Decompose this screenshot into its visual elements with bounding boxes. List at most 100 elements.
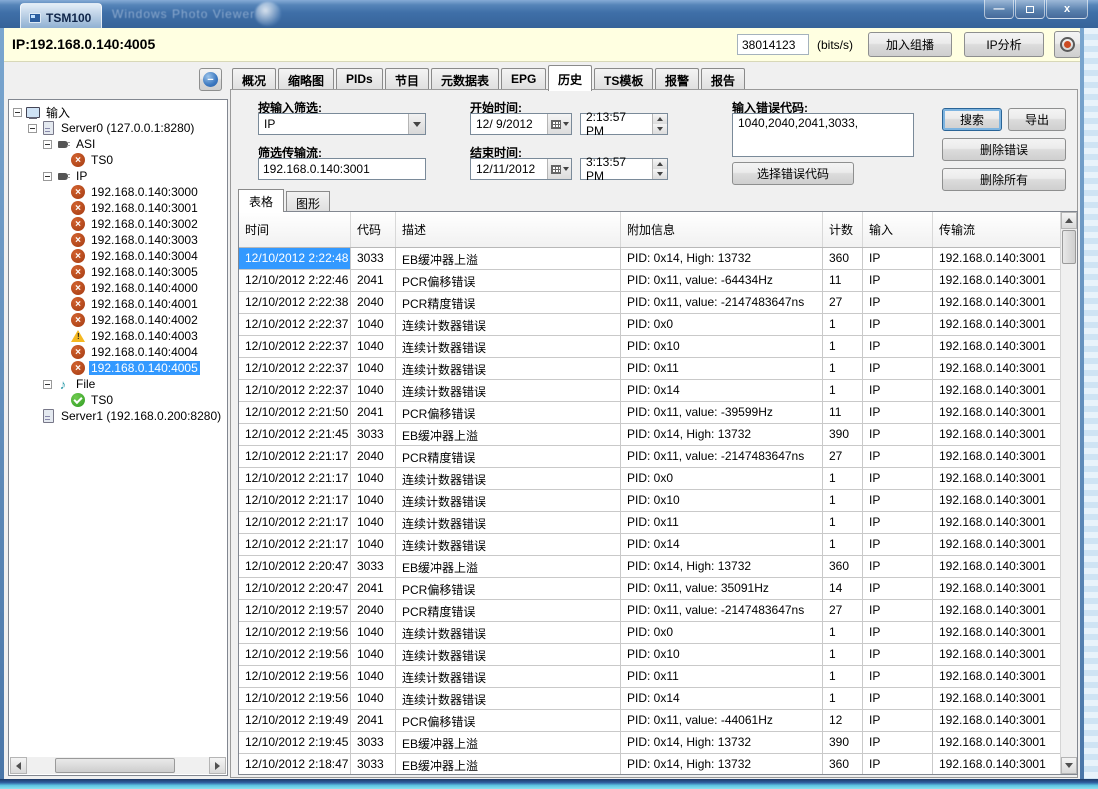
table-row[interactable]: 12/10/2012 2:19:57 ...2040PCR精度错误PID: 0x…: [239, 600, 1060, 622]
scroll-thumb[interactable]: [1062, 230, 1076, 264]
tree-item-label[interactable]: 192.168.0.140:3002: [89, 217, 200, 231]
export-button[interactable]: 导出: [1008, 108, 1066, 131]
tab-缩略图[interactable]: 缩略图: [278, 68, 334, 90]
record-button[interactable]: [1054, 31, 1081, 58]
scroll-track[interactable]: [27, 757, 209, 774]
tab-报警[interactable]: 报警: [655, 68, 699, 90]
maximize-button[interactable]: [1015, 0, 1045, 19]
tree-item-label[interactable]: 192.168.0.140:4002: [89, 313, 200, 327]
end-time-spinner[interactable]: 3:13:57 PM: [580, 158, 668, 180]
tree-item-label[interactable]: 192.168.0.140:3004: [89, 249, 200, 263]
table-row[interactable]: 12/10/2012 2:20:47 ...3033EB缓冲器上溢PID: 0x…: [239, 556, 1060, 578]
column-header-5[interactable]: 输入: [863, 212, 933, 247]
expander-icon[interactable]: [43, 140, 52, 149]
table-row[interactable]: 12/10/2012 2:21:50 ...2041PCR偏移错误PID: 0x…: [239, 402, 1060, 424]
tree-item-label[interactable]: 192.168.0.140:3005: [89, 265, 200, 279]
tree-item[interactable]: ASI: [13, 136, 227, 152]
table-row[interactable]: 12/10/2012 2:22:37 ...1040连续计数器错误PID: 0x…: [239, 314, 1060, 336]
table-row[interactable]: 12/10/2012 2:19:56 ...1040连续计数器错误PID: 0x…: [239, 644, 1060, 666]
minimize-button[interactable]: —: [984, 0, 1014, 19]
calendar-icon[interactable]: [547, 159, 571, 179]
tree-item-label[interactable]: Server1 (192.168.0.200:8280): [59, 409, 223, 423]
collapse-tree-button[interactable]: −: [199, 68, 222, 91]
start-date-picker[interactable]: 12/ 9/2012: [470, 113, 572, 135]
tab-TS模板[interactable]: TS模板: [594, 68, 653, 90]
column-header-3[interactable]: 附加信息: [621, 212, 823, 247]
tree-horizontal-scrollbar[interactable]: [10, 757, 226, 774]
table-vertical-scrollbar[interactable]: [1060, 212, 1077, 774]
tree-item-label[interactable]: 192.168.0.140:3003: [89, 233, 200, 247]
tree-item[interactable]: 192.168.0.140:4005: [13, 360, 227, 376]
table-row[interactable]: 12/10/2012 2:21:17 ...1040连续计数器错误PID: 0x…: [239, 468, 1060, 490]
tree-item-label[interactable]: File: [74, 377, 97, 391]
ip-analysis-button[interactable]: IP分析: [964, 32, 1044, 57]
tree-item[interactable]: 192.168.0.140:4003: [13, 328, 227, 344]
tree-item-label[interactable]: 192.168.0.140:4005: [89, 361, 200, 375]
table-row[interactable]: 12/10/2012 2:19:56 ...1040连续计数器错误PID: 0x…: [239, 688, 1060, 710]
tab-报告[interactable]: 报告: [701, 68, 745, 90]
select-error-codes-button[interactable]: 选择错误代码: [732, 162, 854, 185]
tree-item[interactable]: 192.168.0.140:4002: [13, 312, 227, 328]
table-row[interactable]: 12/10/2012 2:19:45 ...3033EB缓冲器上溢PID: 0x…: [239, 732, 1060, 754]
search-button[interactable]: 搜索: [942, 108, 1002, 131]
scroll-left-button[interactable]: [10, 757, 27, 774]
scroll-thumb[interactable]: [55, 758, 175, 773]
tree-item[interactable]: TS0: [13, 152, 227, 168]
table-row[interactable]: 12/10/2012 2:21:45 ...3033EB缓冲器上溢PID: 0x…: [239, 424, 1060, 446]
table-row[interactable]: 12/10/2012 2:19:56 ...1040连续计数器错误PID: 0x…: [239, 666, 1060, 688]
table-row[interactable]: 12/10/2012 2:19:56 ...1040连续计数器错误PID: 0x…: [239, 622, 1060, 644]
table-row[interactable]: 12/10/2012 2:20:47 ...2041PCR偏移错误PID: 0x…: [239, 578, 1060, 600]
table-row[interactable]: 12/10/2012 2:22:37 ...1040连续计数器错误PID: 0x…: [239, 358, 1060, 380]
tree-item[interactable]: 192.168.0.140:3002: [13, 216, 227, 232]
scroll-track[interactable]: [1061, 265, 1077, 757]
table-row[interactable]: 12/10/2012 2:22:48 ...3033EB缓冲器上溢PID: 0x…: [239, 248, 1060, 270]
scroll-right-button[interactable]: [209, 757, 226, 774]
column-header-0[interactable]: 时间: [239, 212, 351, 247]
tree-item[interactable]: 192.168.0.140:4000: [13, 280, 227, 296]
tree-item[interactable]: 输入: [13, 104, 227, 120]
tree-item[interactable]: TS0: [13, 392, 227, 408]
time-spinner-buttons[interactable]: [652, 114, 667, 134]
tree-item[interactable]: 192.168.0.140:3000: [13, 184, 227, 200]
expander-icon[interactable]: [43, 172, 52, 181]
subtab-graph[interactable]: 图形: [286, 191, 330, 212]
tree-item-label[interactable]: 输入: [44, 104, 72, 121]
tree-item-label[interactable]: ASI: [74, 137, 97, 151]
tree-item[interactable]: Server0 (127.0.0.1:8280): [13, 120, 227, 136]
dropdown-arrow-icon[interactable]: [408, 114, 425, 134]
join-multicast-button[interactable]: 加入组播: [868, 32, 952, 57]
tree-item[interactable]: 192.168.0.140:3004: [13, 248, 227, 264]
tab-EPG[interactable]: EPG: [501, 68, 546, 90]
calendar-icon[interactable]: [547, 114, 571, 134]
tab-概况[interactable]: 概况: [232, 68, 276, 90]
tab-PIDs[interactable]: PIDs: [336, 68, 383, 90]
table-row[interactable]: 12/10/2012 2:19:49 ...2041PCR偏移错误PID: 0x…: [239, 710, 1060, 732]
spin-up-icon[interactable]: [653, 114, 667, 124]
tree-item-label[interactable]: 192.168.0.140:4000: [89, 281, 200, 295]
expander-icon[interactable]: [13, 108, 22, 117]
tab-元数据表[interactable]: 元数据表: [431, 68, 499, 90]
table-row[interactable]: 12/10/2012 2:21:17 ...1040连续计数器错误PID: 0x…: [239, 534, 1060, 556]
app-title-tab[interactable]: TSM100: [20, 3, 102, 28]
tree-item-label[interactable]: 192.168.0.140:3001: [89, 201, 200, 215]
table-row[interactable]: 12/10/2012 2:22:46 ...2041PCR偏移错误PID: 0x…: [239, 270, 1060, 292]
tree-item[interactable]: IP: [13, 168, 227, 184]
tree-item[interactable]: 192.168.0.140:3001: [13, 200, 227, 216]
table-row[interactable]: 12/10/2012 2:22:37 ...1040连续计数器错误PID: 0x…: [239, 380, 1060, 402]
tree-item[interactable]: Server1 (192.168.0.200:8280): [13, 408, 227, 424]
delete-errors-button[interactable]: 删除错误: [942, 138, 1066, 161]
tree-item[interactable]: 192.168.0.140:4004: [13, 344, 227, 360]
stream-filter-input[interactable]: [258, 158, 426, 180]
tree-item-label[interactable]: IP: [74, 169, 89, 183]
tab-历史[interactable]: 历史: [548, 65, 592, 91]
tree-item-label[interactable]: 192.168.0.140:4004: [89, 345, 200, 359]
tree-item-label[interactable]: TS0: [89, 153, 115, 167]
table-row[interactable]: 12/10/2012 2:18:47 ...3033EB缓冲器上溢PID: 0x…: [239, 754, 1060, 774]
tree-item-label[interactable]: Server0 (127.0.0.1:8280): [59, 121, 196, 135]
tree-item[interactable]: 192.168.0.140:3005: [13, 264, 227, 280]
start-time-spinner[interactable]: 2:13:57 PM: [580, 113, 668, 135]
end-date-picker[interactable]: 12/11/2012: [470, 158, 572, 180]
expander-icon[interactable]: [28, 124, 37, 133]
delete-all-button[interactable]: 删除所有: [942, 168, 1066, 191]
expander-icon[interactable]: [43, 380, 52, 389]
